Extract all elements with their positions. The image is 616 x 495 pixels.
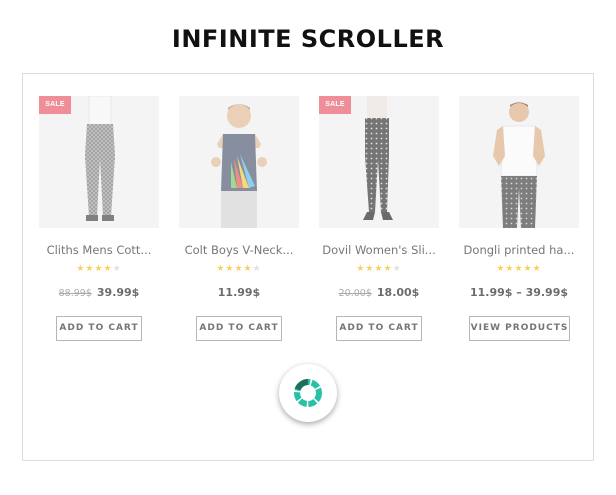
price-row: 20.00$ 18.00$	[309, 286, 449, 299]
old-price: 20.00$	[338, 288, 372, 299]
rating-stars: ★★★★★	[39, 264, 159, 274]
product-name[interactable]: Dovil Women's Sli...	[309, 243, 449, 257]
sale-badge: SALE	[39, 96, 71, 114]
product-grid: SALE Cliths Mens Cott... ★★★★★ 88.99$ 39.…	[39, 96, 581, 346]
star-empty-icon: ★	[112, 264, 122, 274]
rating-stars: ★★★★★	[319, 264, 439, 274]
star-icon: ★★★★	[356, 264, 393, 274]
star-empty-icon: ★	[392, 264, 402, 274]
star-icon: ★★★★★	[496, 264, 542, 274]
product-panel: SALE Cliths Mens Cott... ★★★★★ 88.99$ 39.…	[22, 73, 594, 461]
star-icon: ★★★★	[216, 264, 253, 274]
price-row: 11.99$	[169, 286, 309, 299]
price: 11.99$ – 39.99$	[469, 286, 569, 299]
man-checked-trousers-image	[39, 96, 159, 228]
price-row: 88.99$ 39.99$	[29, 286, 169, 299]
product-image[interactable]: SALE	[319, 96, 439, 228]
price: 18.00$	[376, 286, 420, 299]
product-image[interactable]	[459, 96, 579, 228]
product-name[interactable]: Dongli printed ha...	[449, 243, 589, 257]
price: 11.99$	[217, 286, 261, 299]
page-title: INFINITE SCROLLER	[171, 25, 445, 53]
rating-stars: ★★★★★	[179, 264, 299, 274]
product-card[interactable]: SALE Dovil Women's Sli... ★★★★★ 20.00$ 18…	[319, 96, 439, 346]
product-image[interactable]: SALE	[39, 96, 159, 228]
boy-tank-top-image	[179, 96, 299, 228]
price: 39.99$	[96, 286, 140, 299]
star-icon: ★★★★	[76, 264, 113, 274]
product-card[interactable]: SALE Cliths Mens Cott... ★★★★★ 88.99$ 39.…	[39, 96, 159, 346]
product-card[interactable]: Colt Boys V-Neck... ★★★★★ 11.99$ ADD TO …	[179, 96, 299, 346]
price-row: 11.99$ – 39.99$	[449, 286, 589, 299]
add-to-cart-button[interactable]: ADD TO CART	[196, 316, 282, 341]
product-name[interactable]: Cliths Mens Cott...	[29, 243, 169, 257]
man-white-tank-image	[459, 96, 579, 228]
sale-badge: SALE	[319, 96, 351, 114]
view-products-button[interactable]: VIEW PRODUCTS	[469, 316, 570, 341]
rating-stars: ★★★★★	[459, 264, 579, 274]
add-to-cart-button[interactable]: ADD TO CART	[336, 316, 422, 341]
old-price: 88.99$	[58, 288, 92, 299]
add-to-cart-button[interactable]: ADD TO CART	[56, 316, 142, 341]
star-empty-icon: ★	[252, 264, 262, 274]
product-name[interactable]: Colt Boys V-Neck...	[169, 243, 309, 257]
loading-spinner-icon	[294, 379, 322, 407]
loading-indicator	[279, 364, 337, 422]
product-card[interactable]: Dongli printed ha... ★★★★★ 11.99$ – 39.9…	[459, 96, 579, 346]
woman-dotted-trousers-image	[319, 96, 439, 228]
product-image[interactable]	[179, 96, 299, 228]
